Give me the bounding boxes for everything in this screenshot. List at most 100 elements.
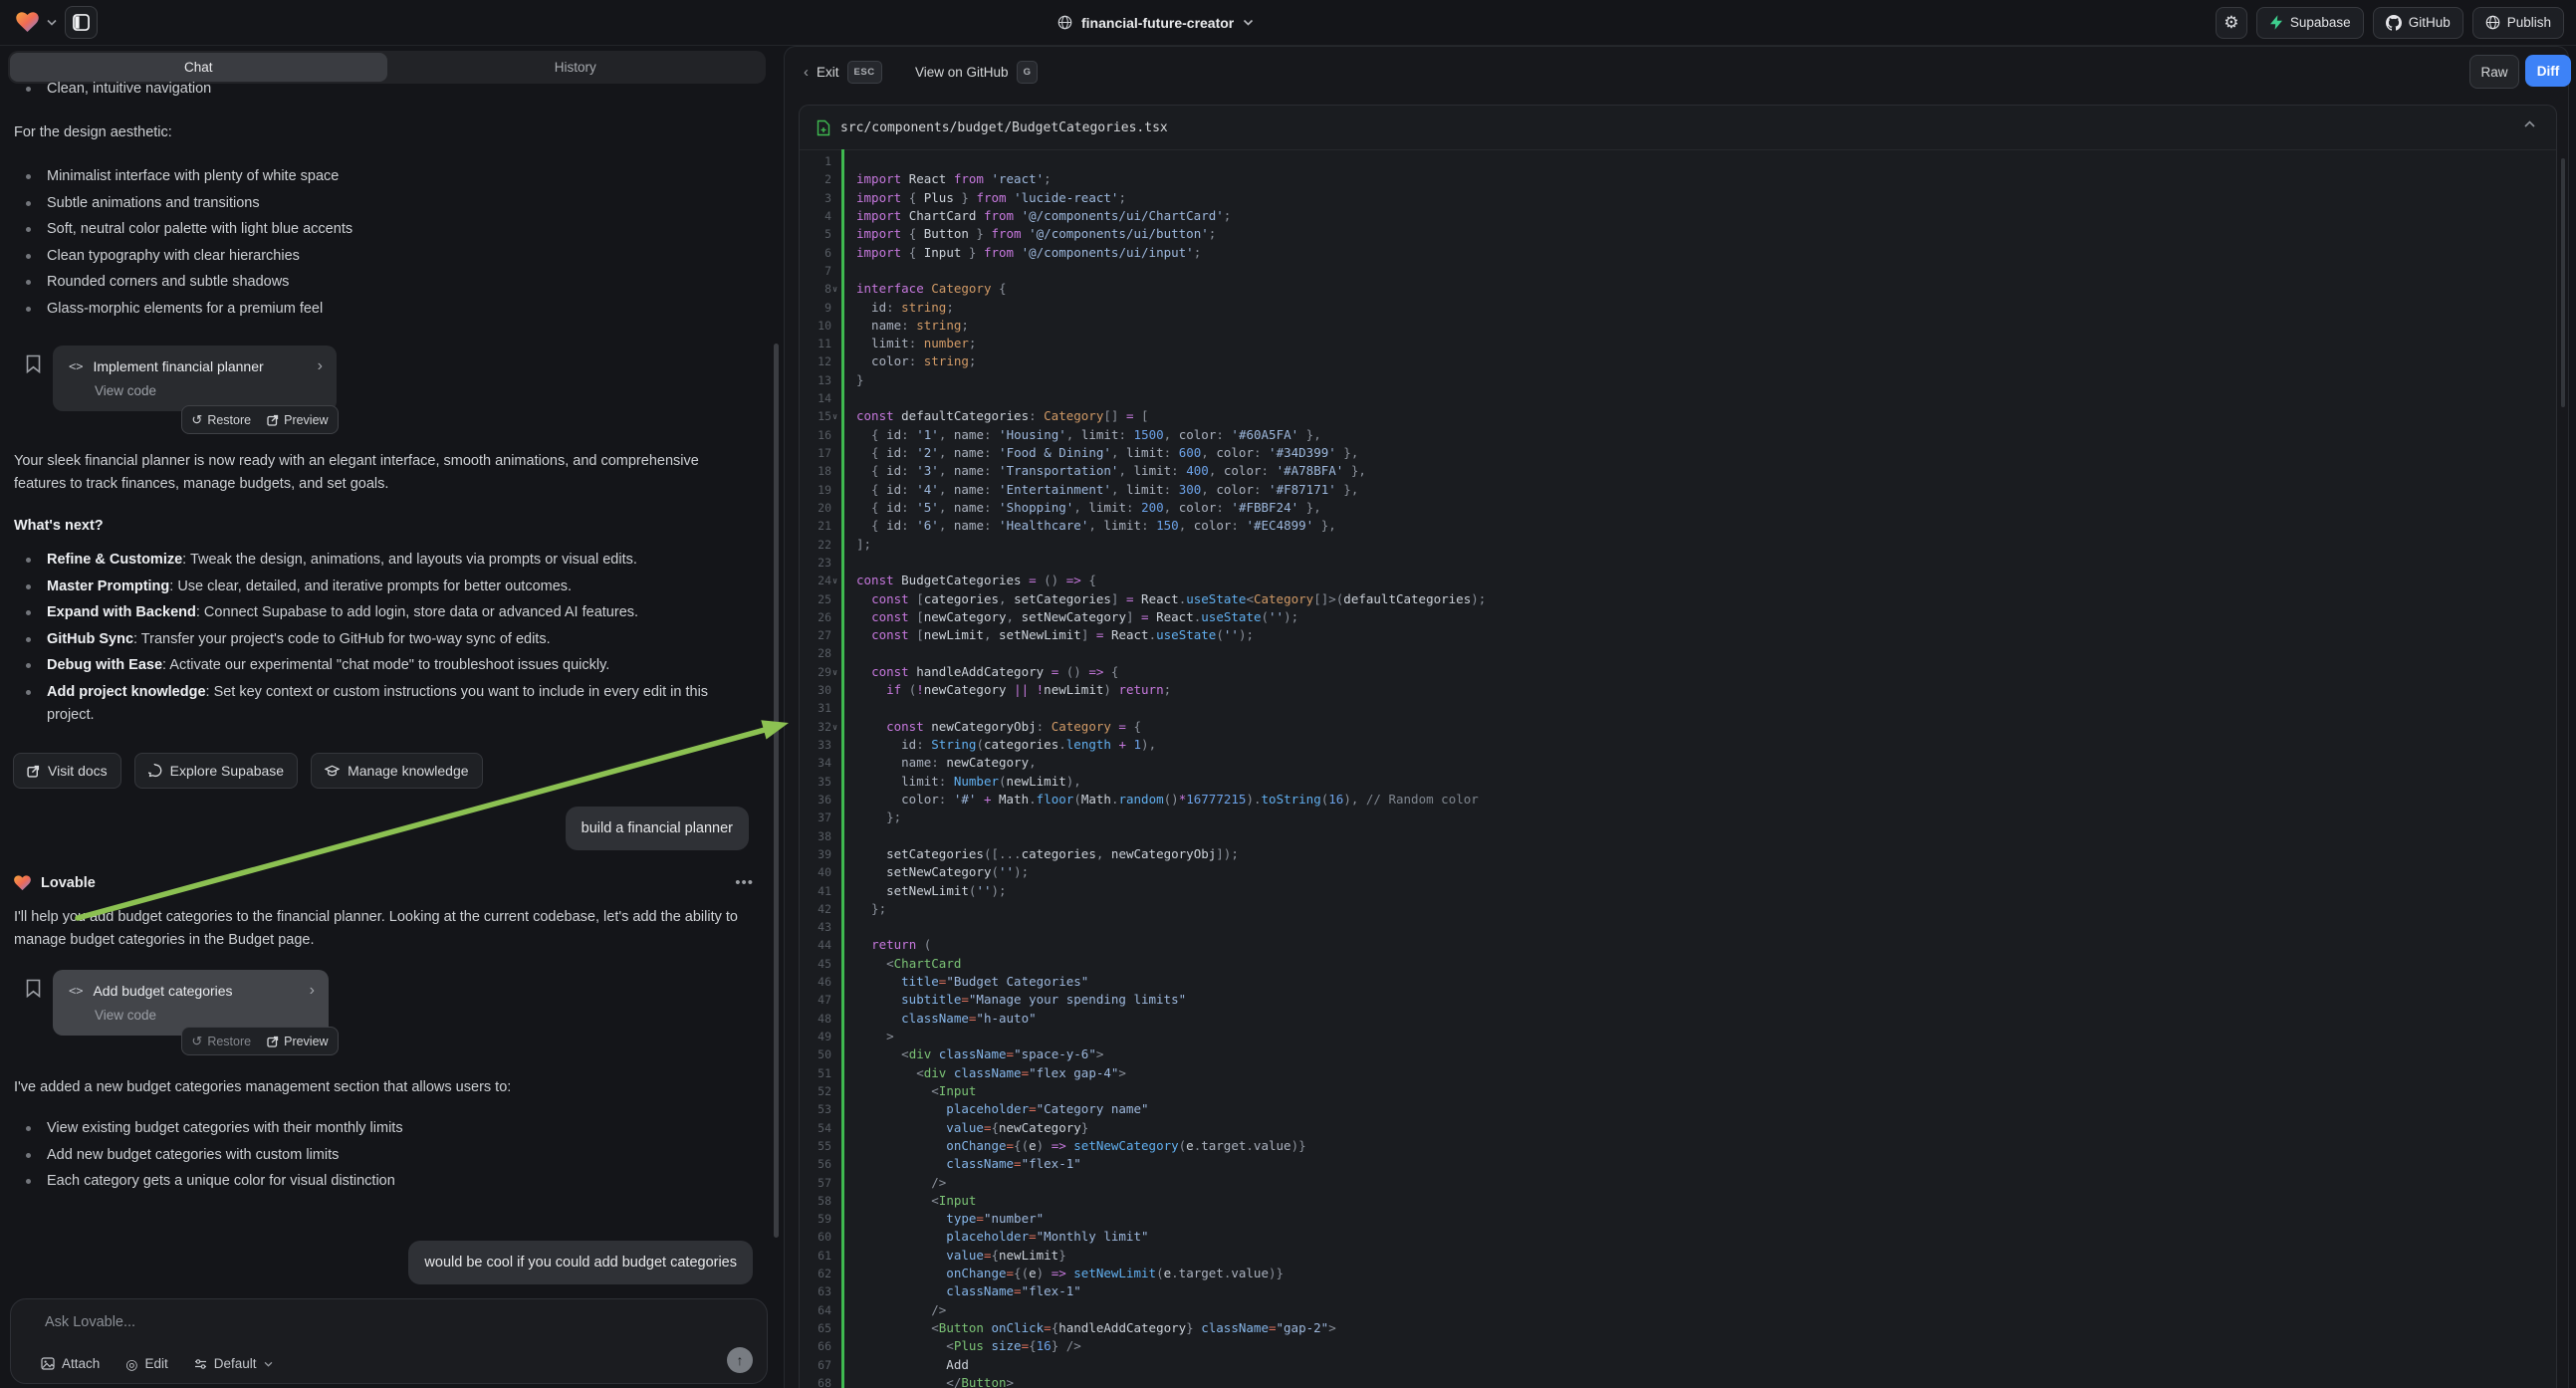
code-line: 59 type="number" [800,1210,2556,1228]
esc-key-badge: ESC [847,61,882,84]
list-item: GitHub Sync: Transfer your project's cod… [14,628,753,651]
preview-label: Preview [284,413,328,427]
code-line: 18 { id: '3', name: 'Transportation', li… [800,462,2556,480]
preview-button[interactable]: Preview [267,1035,328,1048]
preview-button[interactable]: Preview [267,413,328,427]
exit-button[interactable]: ‹ Exit ESC [804,61,882,83]
code-line: 55 onChange={(e) => setNewCategory(e.tar… [800,1137,2556,1155]
code-line: 13} [800,371,2556,389]
workspace-chevron-icon[interactable] [47,19,57,26]
assistant-paragraph: I'll help you add budget categories to t… [14,906,753,952]
bookmark-icon[interactable] [26,979,41,998]
code-line: 22]; [800,536,2556,554]
code-line: 5import { Button } from '@/components/ui… [800,225,2556,243]
external-link-icon [27,765,40,778]
chat-scrollbar[interactable] [774,344,779,1238]
view-code-link[interactable]: View code [95,1008,156,1023]
restore-icon: ↺ [191,1035,202,1047]
code-line: 41 setNewLimit(''); [800,882,2556,900]
list-item: Master Prompting: Use clear, detailed, a… [14,576,753,598]
added-features-list: View existing budget categories with the… [14,1117,753,1197]
chat-input[interactable] [43,1313,644,1331]
code-viewer-panel: ‹ Exit ESC View on GitHub G Raw Diff src… [784,46,2569,1388]
code-line: 60 placeholder="Monthly limit" [800,1228,2556,1246]
code-line: 68 </Button> [800,1374,2556,1388]
code-line: 62 onChange={(e) => setNewLimit(e.target… [800,1265,2556,1282]
code-line: 8∨interface Category { [800,280,2556,298]
external-link-icon [267,1036,279,1047]
visit-docs-button[interactable]: Visit docs [13,753,121,789]
edit-mode-button[interactable]: ◎ Edit [125,1356,167,1371]
code-line: 24∨const BudgetCategories = () => { [800,572,2556,589]
view-on-github-button[interactable]: View on GitHub G [915,61,1038,83]
manage-knowledge-button[interactable]: Manage knowledge [311,753,482,789]
code-line: 26 const [newCategory, setNewCategory] =… [800,608,2556,626]
design-bullet-list: Minimalist interface with plenty of whit… [14,165,753,324]
chevron-right-icon: › [318,357,323,375]
bookmark-icon[interactable] [26,354,41,373]
chat-composer: Attach ◎ Edit Default ↑ [10,1298,768,1384]
send-button[interactable]: ↑ [727,1347,753,1373]
diff-toggle-button[interactable]: Diff [2525,55,2571,87]
restore-label: Restore [207,413,251,427]
model-select[interactable]: Default [194,1356,273,1371]
exit-label: Exit [817,65,839,80]
edit-card-title: Add budget categories [93,983,299,999]
project-chevron-down-icon [1243,19,1254,26]
restore-button[interactable]: ↺Restore [191,1035,251,1048]
github-button[interactable]: GitHub [2373,7,2463,39]
edit-card-implement-planner[interactable]: <> Implement financial planner › View co… [53,346,337,411]
chevron-left-icon: ‹ [804,64,809,81]
arrow-up-icon: ↑ [737,1352,744,1368]
code-line: 67 Add [800,1356,2556,1374]
restore-button[interactable]: ↺Restore [191,413,251,427]
list-item: Refine & Customize: Tweak the design, an… [14,549,753,572]
publish-button[interactable]: Publish [2472,7,2564,39]
user-message: would be cool if you could add budget ca… [408,1241,753,1284]
publish-globe-icon [2485,15,2500,30]
code-editor[interactable]: 12import React from 'react';3import { Pl… [800,149,2556,1388]
code-line: 16 { id: '1', name: 'Housing', limit: 15… [800,426,2556,444]
list-item: Subtle animations and transitions [14,192,753,215]
code-line: 63 className="flex-1" [800,1282,2556,1300]
code-line: 45 <ChartCard [800,955,2556,973]
file-added-icon [817,119,830,136]
code-line: 38 [800,827,2556,845]
preview-label: Preview [284,1035,328,1048]
file-path-bar[interactable]: src/components/budget/BudgetCategories.t… [800,106,2556,150]
code-icon: <> [69,359,83,373]
view-code-link[interactable]: View code [95,383,156,398]
code-line: 66 <Plus size={16} /> [800,1337,2556,1355]
assistant-paragraph: I've added a new budget categories manag… [14,1076,753,1099]
assistant-paragraph: Your sleek financial planner is now read… [14,450,753,496]
settings-button[interactable]: ⚙ [2216,7,2247,39]
code-line: 4import ChartCard from '@/components/ui/… [800,207,2556,225]
list-item: Glass-morphic elements for a premium fee… [14,298,753,321]
attach-label: Attach [62,1356,100,1371]
model-label: Default [214,1356,257,1371]
explore-supabase-label: Explore Supabase [170,763,284,779]
more-options-icon[interactable]: ••• [735,874,754,891]
code-line: 19 { id: '4', name: 'Entertainment', lim… [800,481,2556,499]
code-line: 25 const [categories, setCategories] = R… [800,590,2556,608]
code-line: 39 setCategories([...categories, newCate… [800,845,2556,863]
attach-button[interactable]: Attach [41,1356,100,1371]
code-line: 31 [800,699,2556,717]
whats-next-heading: What's next? [14,515,753,538]
code-scrollbar[interactable] [2561,158,2565,407]
code-line: 3import { Plus } from 'lucide-react'; [800,189,2556,207]
collapse-chevron-icon[interactable] [2523,119,2536,128]
list-item: Clean typography with clear hierarchies [14,245,753,268]
sliders-icon [194,1358,207,1370]
restore-preview-pill: ↺Restore Preview [181,405,339,434]
project-switcher[interactable]: financial-future-creator [1057,0,1254,45]
explore-supabase-button[interactable]: Explore Supabase [134,753,298,789]
code-line: 10 name: string; [800,317,2556,335]
code-line: 20 { id: '5', name: 'Shopping', limit: 2… [800,499,2556,517]
lovable-logo[interactable] [16,12,39,33]
raw-toggle-button[interactable]: Raw [2469,55,2519,89]
supabase-button[interactable]: Supabase [2256,7,2364,39]
code-line: 33 id: String(categories.length + 1), [800,736,2556,754]
toggle-sidebar-button[interactable] [65,6,98,39]
code-line: 7 [800,262,2556,280]
